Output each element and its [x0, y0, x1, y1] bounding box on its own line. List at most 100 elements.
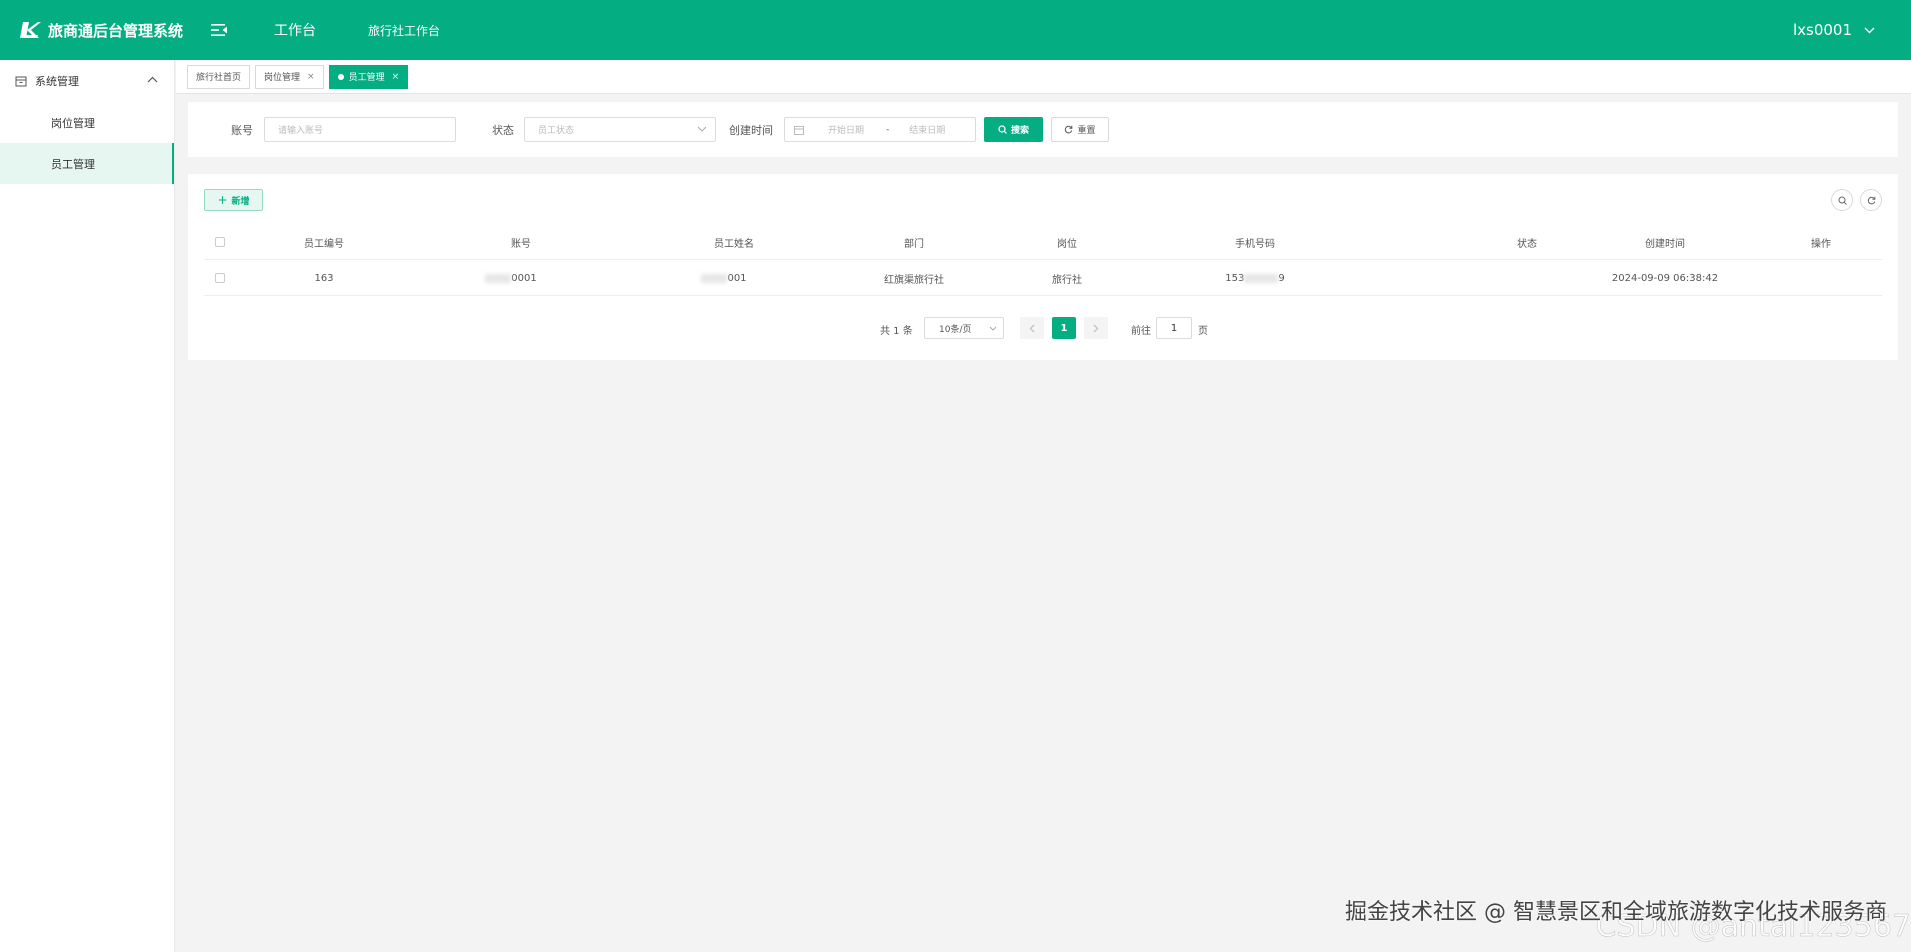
start-date-placeholder: 开始日期	[828, 126, 865, 136]
cell-phone: 153 9	[1185, 260, 1325, 296]
cell-created-at: 2024-09-09 06:38:42	[1611, 272, 1719, 284]
column-header: 操作	[1811, 238, 1831, 250]
tab-positions[interactable]: 岗位管理 ×	[255, 64, 324, 89]
column-header: 手机号码	[1235, 238, 1275, 250]
cell-status	[1507, 260, 1547, 296]
account-input[interactable]: 请输入账号	[264, 117, 456, 142]
tab-label: 岗位管理	[264, 73, 301, 83]
row-checkbox[interactable]	[215, 273, 225, 283]
sidebar-group-label: 系统管理	[35, 75, 79, 88]
nav-workbench[interactable]: 工作台	[274, 20, 316, 40]
end-date-placeholder: 结束日期	[909, 126, 946, 136]
calendar-icon	[794, 125, 804, 135]
reset-button[interactable]: 重置	[1051, 117, 1109, 142]
search-button[interactable]: 搜索	[984, 117, 1043, 142]
refresh-icon	[1065, 125, 1073, 134]
tab-employees[interactable]: 员工管理 ×	[328, 64, 409, 89]
column-header: 创建时间	[1645, 238, 1685, 250]
close-icon[interactable]: ×	[307, 72, 315, 82]
app-logo: 旅商通后台管理系统	[18, 19, 193, 41]
name-suffix: 001	[727, 272, 747, 284]
tab-agency-home[interactable]: 旅行社首页	[187, 64, 251, 89]
account-placeholder: 请输入账号	[278, 126, 324, 136]
menu-collapse-icon[interactable]	[210, 20, 230, 40]
refresh-icon	[1867, 196, 1875, 204]
page-size-select[interactable]: 10条/页	[924, 317, 1004, 339]
tab-label: 旅行社首页	[196, 73, 242, 83]
select-all-checkbox[interactable]	[215, 237, 225, 247]
phone-suffix: 9	[1278, 272, 1285, 284]
range-separator: -	[886, 124, 890, 135]
table-header-row: 员工编号 账号 员工姓名 部门 岗位 手机号码 状态 创建时间 操作	[204, 224, 1882, 260]
search-button-label: 搜索	[1010, 126, 1029, 136]
sidebar-item-positions[interactable]: 岗位管理	[0, 102, 174, 143]
cell-employee-name: 001	[669, 260, 779, 296]
search-icon	[1838, 196, 1847, 205]
column-header: 部门	[904, 238, 924, 250]
add-button[interactable]: + 新增	[204, 189, 263, 211]
date-range-picker[interactable]: 开始日期 - 结束日期	[784, 117, 976, 142]
active-dot-icon	[337, 73, 344, 80]
prev-page-button[interactable]	[1020, 317, 1044, 339]
page-number-current[interactable]: 1	[1052, 317, 1076, 339]
chevron-down-icon	[1864, 27, 1875, 33]
account-label: 账号	[231, 124, 253, 137]
phone-prefix: 153	[1225, 272, 1245, 284]
search-icon	[998, 125, 1007, 134]
close-icon[interactable]: ×	[392, 72, 400, 82]
page-suffix: 页	[1198, 326, 1208, 337]
column-header: 岗位	[1057, 238, 1077, 250]
sidebar-item-employees[interactable]: 员工管理	[0, 143, 174, 184]
tab-label: 员工管理	[348, 73, 385, 83]
column-header: 状态	[1517, 238, 1537, 250]
status-select[interactable]: 员工状态	[524, 117, 716, 142]
sidebar-group-system[interactable]: 系统管理	[0, 60, 174, 102]
total-count: 共 1 条	[880, 326, 913, 337]
employee-table: 员工编号 账号 员工姓名 部门 岗位 手机号码 状态 创建时间 操作 163 0…	[204, 224, 1882, 296]
created-time-label: 创建时间	[729, 124, 773, 137]
search-form: 账号 请输入账号 状态 员工状态 创建时间 开始日期 - 结束日期 搜索 重置	[188, 102, 1898, 157]
goto-label: 前往	[1131, 326, 1151, 337]
sidebar: 系统管理 岗位管理 员工管理	[0, 60, 175, 952]
goto-page-input[interactable]: 1	[1156, 317, 1192, 339]
masked-text	[701, 273, 728, 283]
watermark: 掘金技术社区 @ 智慧景区和全域旅游数字化技术服务商	[1345, 900, 1887, 925]
next-page-button[interactable]	[1084, 317, 1108, 339]
account-suffix: 0001	[511, 272, 537, 284]
cell-position: 旅行社	[1052, 274, 1082, 286]
table-row[interactable]: 163 0001 001 红旗渠旅行社 旅行社 153 9 2024-09-09 …	[204, 260, 1882, 296]
employee-table-card: + 新增 员工编号 账号 员工姓名 部门 岗位 手机号码 状态 创建时间 操作 …	[188, 174, 1898, 360]
chevron-down-icon	[697, 126, 707, 132]
add-button-label: 新增	[231, 196, 250, 207]
app-title: 旅商通后台管理系统	[48, 21, 184, 40]
sidebar-item-label: 岗位管理	[51, 116, 95, 130]
column-header: 员工编号	[304, 238, 344, 250]
select-all-cell	[210, 224, 230, 260]
chevron-left-icon	[1029, 324, 1035, 332]
tabs-bar: 旅行社首页 岗位管理 × 员工管理 ×	[176, 60, 1911, 94]
top-header: 旅商通后台管理系统 工作台 旅行社工作台 lxs0001	[0, 0, 1911, 60]
brand-logo-icon	[20, 22, 41, 38]
column-header: 账号	[511, 238, 531, 250]
toggle-search-button[interactable]	[1831, 189, 1853, 211]
nav-agency-workbench[interactable]: 旅行社工作台	[368, 22, 440, 39]
sidebar-item-label: 员工管理	[51, 157, 95, 171]
pagination: 共 1 条 10条/页 1 前往 1 页	[188, 317, 1898, 339]
user-menu[interactable]: lxs0001	[1793, 0, 1875, 60]
user-name: lxs0001	[1792, 21, 1852, 39]
status-placeholder: 员工状态	[538, 126, 575, 136]
chevron-up-icon	[147, 76, 158, 83]
plus-icon: +	[217, 193, 228, 207]
cell-employee-id: 163	[314, 272, 334, 284]
chevron-right-icon	[1093, 324, 1099, 332]
page-size-value: 10条/页	[939, 324, 972, 335]
cell-account: 0001	[456, 260, 566, 296]
folder-icon	[15, 76, 27, 87]
status-label: 状态	[492, 124, 514, 137]
reset-button-label: 重置	[1077, 126, 1096, 136]
refresh-button[interactable]	[1860, 189, 1882, 211]
masked-text	[1244, 273, 1279, 283]
column-header: 员工姓名	[714, 238, 754, 250]
cell-actions	[1801, 260, 1841, 296]
cell-department: 红旗渠旅行社	[884, 274, 944, 286]
